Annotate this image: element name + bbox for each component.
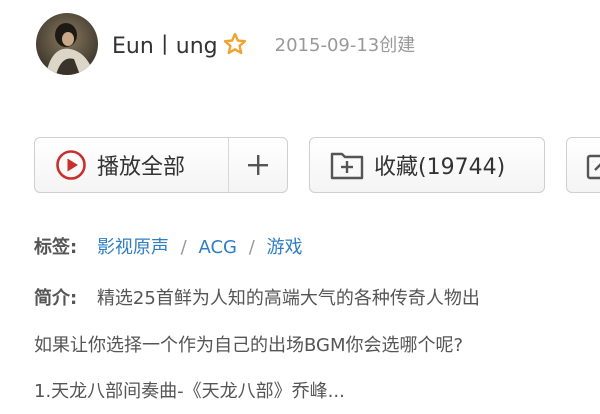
collect-label: 收藏(19744)	[374, 155, 506, 180]
intro-line: 1.天龙八部间奏曲-《天龙八部》乔峰...	[34, 381, 345, 402]
tags-row: 标签: 影视原声 / ACG / 游戏	[34, 233, 303, 259]
tag-separator: /	[248, 237, 255, 258]
tag-link[interactable]: ACG	[198, 237, 237, 258]
add-to-queue-button[interactable]	[229, 138, 287, 192]
collect-button[interactable]: 收藏(19744)	[309, 137, 545, 193]
creator-avatar[interactable]	[36, 13, 98, 75]
share-button[interactable]	[566, 137, 600, 193]
play-circle-icon	[55, 149, 87, 181]
play-all-label: 播放全部	[97, 155, 186, 180]
tags-label: 标签:	[34, 237, 78, 258]
intro-line: 如果让你选择一个作为自己的出场BGM你会选哪个呢?	[34, 335, 464, 356]
intro-label: 简介:	[34, 288, 78, 309]
plus-icon	[247, 154, 269, 176]
tag-separator: /	[180, 237, 187, 258]
intro-row: 简介: 精选25首鲜为人知的高端大气的各种传奇人物出	[34, 284, 480, 310]
created-date: 2015-09-13创建	[274, 35, 416, 56]
play-all-button[interactable]: 播放全部	[35, 138, 229, 192]
creator-name[interactable]: Eun丨ung	[112, 28, 218, 60]
share-icon	[585, 150, 600, 180]
creator-row: Eun丨ung 2015-09-13创建	[36, 13, 415, 75]
play-all-button-group: 播放全部	[34, 137, 288, 193]
folder-add-icon	[330, 150, 364, 180]
intro-line: 精选25首鲜为人知的高端大气的各种传奇人物出	[96, 288, 480, 309]
tag-link[interactable]: 影视原声	[97, 237, 169, 258]
tag-link[interactable]: 游戏	[267, 237, 303, 258]
playlist-header: Eun丨ung 2015-09-13创建 播放全部 收藏(19744) 标签: …	[0, 0, 600, 414]
star-badge-icon	[223, 32, 247, 56]
